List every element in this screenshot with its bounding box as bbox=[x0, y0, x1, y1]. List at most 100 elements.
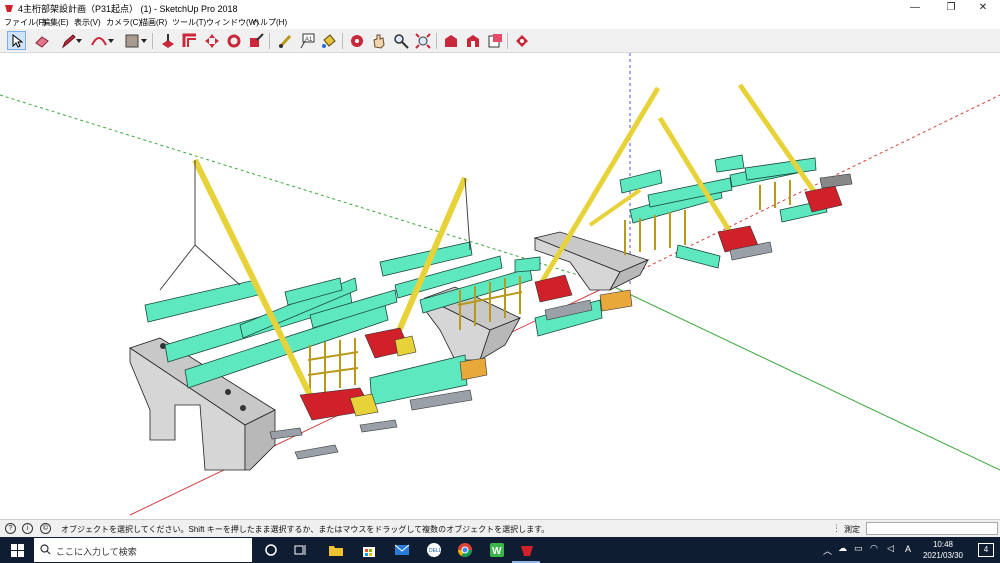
toolbar-separator bbox=[436, 33, 437, 49]
taskbar-clock[interactable]: 10:48 2021/03/30 bbox=[918, 539, 968, 561]
toolbar-separator bbox=[507, 33, 508, 49]
toolbar: A1 bbox=[0, 29, 1000, 53]
dell-button[interactable]: DELL bbox=[425, 541, 443, 559]
layout-tool-button[interactable] bbox=[485, 31, 504, 50]
writer-w-icon: W bbox=[490, 543, 504, 557]
shape-dropdown[interactable] bbox=[140, 31, 148, 50]
menu-draw[interactable]: 描画(R) bbox=[140, 17, 167, 28]
store-bag-icon bbox=[363, 546, 375, 557]
maximize-button[interactable]: ❐ bbox=[934, 0, 968, 16]
task-view-button[interactable] bbox=[292, 541, 310, 559]
chrome-button[interactable] bbox=[456, 541, 474, 559]
text-icon: A1 bbox=[300, 33, 314, 48]
instructor-icon[interactable]: ? bbox=[5, 523, 16, 534]
volume-icon[interactable]: ◁ bbox=[887, 543, 894, 554]
ime-indicator[interactable]: A bbox=[905, 544, 911, 554]
line-dropdown[interactable] bbox=[75, 31, 83, 50]
eraser-tool-button[interactable] bbox=[32, 31, 51, 50]
pan-tool-button[interactable] bbox=[369, 31, 388, 50]
tray-chevron-icon[interactable]: ︿ bbox=[823, 544, 832, 557]
menu-edit[interactable]: 編集(E) bbox=[42, 17, 69, 28]
task-view-icon bbox=[294, 545, 306, 555]
windows-taskbar: ここに入力して検索 DELL W ︿ ☁ ▭ ◠ ◁ A 10:48 2021/… bbox=[0, 537, 1000, 563]
taskbar-search-box[interactable]: ここに入力して検索 bbox=[34, 538, 252, 562]
window-title: 4主桁部架設計画（P31起点） (1) - SketchUp Pro 2018 bbox=[18, 4, 238, 14]
arc-dropdown[interactable] bbox=[107, 31, 115, 50]
model-scene bbox=[0, 53, 1000, 516]
shape-tool-button[interactable] bbox=[122, 31, 141, 50]
menu-file[interactable]: ファイル(F) bbox=[4, 17, 46, 28]
sketchup-app-icon bbox=[5, 5, 13, 12]
cortana-button[interactable] bbox=[262, 541, 280, 559]
menu-tools[interactable]: ツール(T) bbox=[172, 17, 206, 28]
info-icon[interactable]: i bbox=[22, 523, 33, 534]
zoom-tool-button[interactable] bbox=[391, 31, 410, 50]
extension-warehouse-icon bbox=[466, 34, 479, 47]
push-pull-tool-button[interactable] bbox=[158, 31, 177, 50]
rotate-tool-button[interactable] bbox=[224, 31, 243, 50]
search-icon bbox=[40, 544, 51, 555]
scale-icon bbox=[249, 32, 264, 47]
chrome-icon bbox=[458, 543, 472, 557]
text-tool-button[interactable]: A1 bbox=[297, 31, 316, 50]
search-placeholder: ここに入力して検索 bbox=[56, 547, 137, 557]
modeling-viewport[interactable] bbox=[0, 53, 1000, 519]
chevron-down-icon bbox=[108, 38, 114, 43]
cortana-circle-icon bbox=[265, 544, 277, 556]
battery-icon[interactable]: ▭ bbox=[854, 543, 863, 554]
orbit-tool-button[interactable] bbox=[347, 31, 366, 50]
move-arrows-icon bbox=[204, 33, 219, 48]
green-axis bbox=[609, 284, 1000, 471]
warehouse-tool-button[interactable] bbox=[441, 31, 460, 50]
arc-icon bbox=[90, 36, 107, 45]
menu-view[interactable]: 表示(V) bbox=[74, 17, 101, 28]
move-tool-button[interactable] bbox=[202, 31, 221, 50]
menu-window[interactable]: ウィンドウ(W) bbox=[206, 17, 259, 28]
close-button[interactable]: ✕ bbox=[966, 0, 1000, 16]
zoom-extents-tool-button[interactable] bbox=[413, 31, 432, 50]
layout-icon bbox=[488, 33, 502, 47]
measurements-label: 測定 bbox=[844, 525, 860, 534]
windows-logo-icon bbox=[10, 543, 24, 557]
windows-start-button[interactable] bbox=[8, 541, 26, 559]
toolbar-separator bbox=[342, 33, 343, 49]
wps-writer-button[interactable]: W bbox=[488, 541, 506, 559]
svg-text:DELL: DELL bbox=[429, 548, 442, 554]
tape-measure-tool-button[interactable] bbox=[275, 31, 294, 50]
extension-manager-icon bbox=[515, 34, 528, 47]
orbit-icon bbox=[350, 34, 363, 47]
notification-count: 4 bbox=[983, 545, 989, 554]
extension-warehouse-tool-button[interactable] bbox=[463, 31, 482, 50]
svg-text:A1: A1 bbox=[305, 37, 313, 43]
sketchup-icon bbox=[521, 546, 533, 556]
arrow-cursor-icon bbox=[12, 33, 23, 48]
paint-bucket-tool-button[interactable] bbox=[319, 31, 338, 50]
mail-button[interactable] bbox=[393, 541, 411, 559]
pencil-icon bbox=[61, 33, 76, 48]
status-bar: ? i © オブジェクトを選択してください。Shift キーを押したまま選択する… bbox=[0, 519, 1000, 537]
minimize-button[interactable]: — bbox=[898, 0, 932, 16]
tape-measure-icon bbox=[278, 34, 291, 48]
measurements-input[interactable] bbox=[866, 522, 998, 535]
zoom-extents-icon bbox=[414, 32, 431, 49]
rotate-icon bbox=[227, 34, 240, 47]
menu-camera[interactable]: カメラ(C) bbox=[106, 17, 141, 28]
file-explorer-button[interactable] bbox=[327, 541, 345, 559]
cloud-icon[interactable]: ☁ bbox=[838, 543, 847, 554]
arc-tool-button[interactable] bbox=[89, 31, 108, 50]
status-message: オブジェクトを選択してください。Shift キーを押したまま選択するか、またはマ… bbox=[61, 525, 550, 534]
menu-help[interactable]: ヘルプ(H) bbox=[252, 17, 287, 28]
clock-date: 2021/03/30 bbox=[922, 551, 964, 560]
extension-manager-tool-button[interactable] bbox=[512, 31, 531, 50]
dell-logo-icon: DELL bbox=[427, 543, 442, 557]
eraser-icon bbox=[34, 35, 49, 48]
scale-tool-button[interactable] bbox=[246, 31, 265, 50]
credits-icon[interactable]: © bbox=[40, 523, 51, 534]
wifi-icon[interactable]: ◠ bbox=[870, 543, 878, 554]
offset-tool-button[interactable] bbox=[180, 31, 199, 50]
sketchup-taskbar-button[interactable] bbox=[518, 541, 536, 559]
store-button[interactable] bbox=[360, 541, 378, 559]
magnifier-icon bbox=[393, 33, 409, 49]
notification-button[interactable]: 4 bbox=[978, 543, 994, 557]
select-tool-button[interactable] bbox=[7, 31, 26, 50]
